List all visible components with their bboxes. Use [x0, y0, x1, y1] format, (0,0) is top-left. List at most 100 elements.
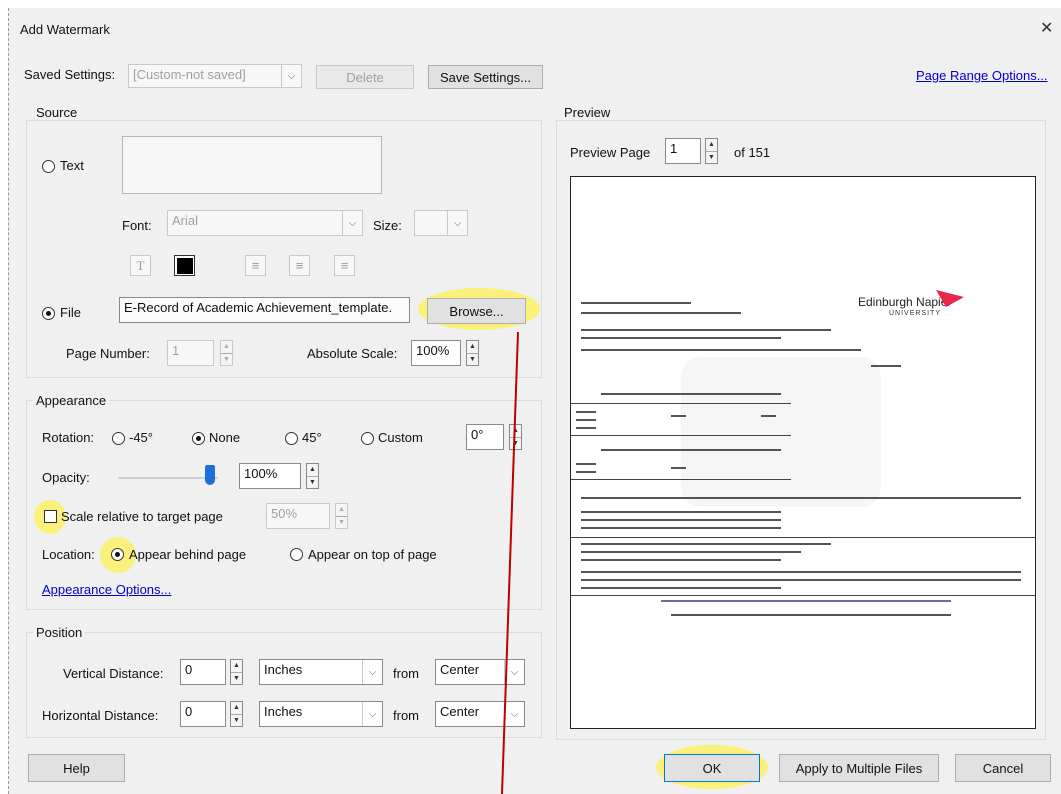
appear-on-top-radio[interactable] [290, 548, 303, 561]
vertical-distance-stepper[interactable]: ▲ ▼ [230, 659, 243, 685]
opacity-label: Opacity: [42, 470, 90, 485]
saved-settings-label: Saved Settings: [24, 67, 116, 82]
color-swatch-button[interactable] [174, 255, 195, 276]
doc-rule [571, 479, 791, 480]
rotation-custom-radio[interactable] [361, 432, 374, 445]
appear-behind-radio[interactable] [111, 548, 124, 561]
doc-text-line [576, 463, 596, 465]
doc-text-line [581, 312, 741, 314]
delete-button[interactable]: Delete [316, 65, 414, 89]
brand-logo-icon [936, 290, 964, 307]
size-label: Size: [373, 218, 402, 233]
scale-relative-field[interactable]: 50% [266, 503, 330, 529]
absolute-scale-field[interactable]: 100% [411, 340, 461, 366]
preview-document: Edinburgh Napier UNIVERSITY [570, 176, 1036, 729]
file-radio[interactable] [42, 307, 55, 320]
absolute-scale-stepper[interactable]: ▲ ▼ [466, 340, 479, 366]
vertical-distance-field[interactable]: 0 [180, 659, 226, 685]
chevron-down-icon: ⌵ [342, 211, 362, 235]
horizontal-unit-dropdown[interactable]: Inches ⌵ [259, 701, 383, 727]
rotation-option-label: Custom [378, 430, 423, 445]
align-right-icon[interactable]: ≡ [334, 255, 355, 276]
rotation-option-label: None [209, 430, 241, 445]
doc-rule [571, 435, 791, 436]
doc-text-line [601, 449, 781, 451]
doc-footer-line [671, 614, 951, 616]
text-format-icon[interactable]: T [130, 255, 151, 276]
preview-page-stepper[interactable]: ▲ ▼ [705, 138, 718, 164]
watermark-crest [681, 357, 881, 507]
page-range-options-link[interactable]: Page Range Options... [916, 68, 1048, 83]
horizontal-from-label: from [393, 708, 419, 723]
scale-relative-checkbox[interactable] [44, 510, 57, 523]
rotation-minus45-radio[interactable] [112, 432, 125, 445]
doc-rule [571, 403, 791, 404]
scale-relative-label: Scale relative to target page [61, 509, 223, 524]
help-button[interactable]: Help [28, 754, 125, 782]
doc-text-line [576, 471, 596, 473]
opacity-field[interactable]: 100% [239, 463, 301, 489]
doc-text-line [576, 427, 596, 429]
doc-rule [571, 595, 1035, 596]
watermark-text-area[interactable] [122, 136, 382, 194]
text-radio[interactable] [42, 160, 55, 173]
location-label: Location: [42, 547, 95, 562]
close-icon[interactable]: ✕ [1040, 18, 1053, 38]
vertical-distance-label: Vertical Distance: [63, 666, 164, 681]
doc-rule [571, 537, 1035, 538]
vertical-from-label: from [393, 666, 419, 681]
doc-text-line [761, 415, 776, 417]
rotation-none-radio[interactable] [192, 432, 205, 445]
doc-text-line [671, 415, 686, 417]
annotation-arrow-line [501, 331, 519, 794]
chevron-down-icon: ⌵ [362, 660, 382, 684]
align-left-icon[interactable]: ≡ [245, 255, 266, 276]
save-settings-button[interactable]: Save Settings... [428, 65, 543, 89]
vertical-unit-dropdown[interactable]: Inches ⌵ [259, 659, 383, 685]
text-radio-label: Text [60, 158, 84, 173]
ok-button[interactable]: OK [664, 754, 760, 782]
doc-table-header [581, 497, 1021, 499]
horizontal-distance-field[interactable]: 0 [180, 701, 226, 727]
file-path-field[interactable]: E-Record of Academic Achievement_templat… [119, 297, 410, 323]
cancel-button[interactable]: Cancel [955, 754, 1051, 782]
opacity-stepper[interactable]: ▲ ▼ [306, 463, 319, 489]
page-count-label: of 151 [734, 145, 771, 160]
saved-settings-value: [Custom-not saved] [133, 67, 246, 82]
opacity-slider-track[interactable] [118, 477, 218, 479]
doc-text-line [871, 365, 901, 367]
rotation-45-radio[interactable] [285, 432, 298, 445]
doc-heading-line [581, 302, 691, 304]
scale-relative-stepper[interactable]: ▲ ▼ [335, 503, 348, 529]
rotation-label: Rotation: [42, 430, 95, 445]
doc-text-line [576, 411, 596, 413]
appear-on-top-label: Appear on top of page [308, 547, 437, 562]
rotation-option-label: 45° [302, 430, 322, 445]
saved-settings-dropdown[interactable]: [Custom-not saved] ⌵ [128, 64, 302, 88]
vertical-from-value: Center [440, 662, 480, 677]
apply-to-multiple-files-button[interactable]: Apply to Multiple Files [779, 754, 939, 782]
absolute-scale-label: Absolute Scale: [307, 346, 398, 361]
page-number-label: Page Number: [66, 346, 150, 361]
doc-text-line [581, 587, 781, 589]
doc-text-line [581, 511, 781, 513]
doc-text-line [576, 419, 596, 421]
page-number-stepper[interactable]: ▲ ▼ [220, 340, 233, 366]
horizontal-distance-stepper[interactable]: ▲ ▼ [230, 701, 243, 727]
rotation-option-label: -45° [129, 430, 153, 445]
opacity-slider-thumb[interactable] [205, 465, 215, 485]
preview-page-field[interactable]: 1 [665, 138, 701, 164]
page-number-field[interactable]: 1 [167, 340, 214, 366]
doc-text-line [581, 543, 831, 545]
browse-button[interactable]: Browse... [427, 298, 526, 324]
source-group-title: Source [33, 105, 81, 120]
doc-text-line [581, 329, 831, 331]
dialog-title: Add Watermark [20, 22, 110, 37]
size-dropdown[interactable]: ⌵ [414, 210, 468, 236]
preview-page-label: Preview Page [570, 145, 651, 160]
align-center-icon[interactable]: ≡ [289, 255, 310, 276]
appearance-options-link[interactable]: Appearance Options... [42, 582, 171, 597]
doc-text-line [581, 559, 781, 561]
font-dropdown[interactable]: Arial ⌵ [167, 210, 363, 236]
doc-text-line [581, 571, 1021, 573]
